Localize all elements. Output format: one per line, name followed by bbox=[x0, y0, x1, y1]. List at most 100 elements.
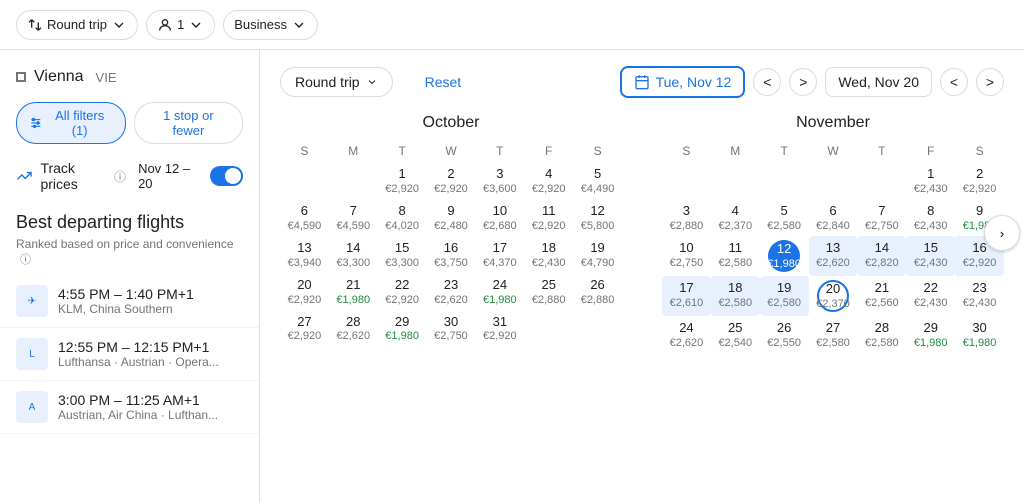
calendar-day[interactable]: 11€2,920 bbox=[524, 199, 573, 236]
day-price: €2,370 bbox=[816, 298, 850, 310]
calendar-day[interactable]: 18€2,430 bbox=[524, 236, 573, 273]
calendar-day[interactable]: 4€2,920 bbox=[524, 162, 573, 199]
day-price: €2,920 bbox=[483, 330, 517, 342]
day-of-week: F bbox=[906, 140, 955, 162]
calendar-day[interactable]: 24€2,620 bbox=[662, 316, 711, 353]
calendar-day[interactable]: 13€2,620 bbox=[809, 236, 858, 276]
calendar-day[interactable]: 3€2,880 bbox=[662, 199, 711, 236]
calendar-day[interactable]: 12€5,800 bbox=[573, 199, 622, 236]
calendar-day[interactable]: 9€2,480 bbox=[427, 199, 476, 236]
top-bar: Round trip 1 Business bbox=[0, 0, 1024, 50]
calendar-day[interactable]: 3€3,600 bbox=[475, 162, 524, 199]
day-of-week: T bbox=[760, 140, 809, 162]
day-number: 12 bbox=[777, 241, 791, 258]
calendar-day[interactable]: 24€1,980 bbox=[475, 273, 524, 310]
calendar-day[interactable]: 25€2,880 bbox=[524, 273, 573, 310]
calendar-day[interactable]: 6€4,590 bbox=[280, 199, 329, 236]
trip-type-button[interactable]: Round trip bbox=[16, 10, 138, 40]
calendar-day[interactable]: 27€2,920 bbox=[280, 310, 329, 347]
start-date-prev[interactable]: < bbox=[753, 68, 781, 96]
calendar-day[interactable]: 15€2,430 bbox=[906, 236, 955, 276]
calendar-day[interactable]: 17€2,610 bbox=[662, 276, 711, 316]
day-inner: 3€2,880 bbox=[664, 203, 709, 232]
day-inner: 21€1,980 bbox=[331, 277, 376, 306]
day-number: 29 bbox=[395, 314, 409, 331]
calendar-day[interactable]: 21€1,980 bbox=[329, 273, 378, 310]
calendar-day[interactable]: 10€2,750 bbox=[662, 236, 711, 276]
calendar-day[interactable]: 19€4,790 bbox=[573, 236, 622, 273]
day-inner: 29€1,980 bbox=[380, 314, 425, 343]
flight-item[interactable]: L 12:55 PM – 12:15 PM+1 Lufthansa · Aust… bbox=[0, 328, 259, 381]
calendar-day[interactable]: 29€1,980 bbox=[906, 316, 955, 353]
calendar-day[interactable]: 4€2,370 bbox=[711, 199, 760, 236]
day-inner: 27€2,920 bbox=[282, 314, 327, 343]
flight-time: 12:55 PM – 12:15 PM+1 bbox=[58, 339, 243, 355]
calendar-day[interactable]: 28€2,580 bbox=[857, 316, 906, 353]
flight-item[interactable]: ✈ 4:55 PM – 1:40 PM+1 KLM, China Souther… bbox=[0, 275, 259, 328]
calendar-day[interactable]: 22€2,430 bbox=[906, 276, 955, 316]
calendar-day[interactable]: 12€1,980 bbox=[760, 236, 809, 276]
passengers-button[interactable]: 1 bbox=[146, 10, 215, 40]
day-price: €2,610 bbox=[670, 297, 704, 309]
calendar-day[interactable]: 6€2,840 bbox=[809, 199, 858, 236]
section-title: Best departing flights bbox=[0, 200, 259, 237]
all-filters-button[interactable]: All filters (1) bbox=[16, 102, 126, 144]
calendar-day[interactable]: 1€2,920 bbox=[378, 162, 427, 199]
end-date-prev[interactable]: < bbox=[940, 68, 968, 96]
day-of-week: T bbox=[378, 140, 427, 162]
calendar-day[interactable]: 10€2,680 bbox=[475, 199, 524, 236]
end-date-button[interactable]: Wed, Nov 20 bbox=[825, 67, 932, 97]
start-date-next[interactable]: > bbox=[789, 68, 817, 96]
calendar-day[interactable]: 7€2,750 bbox=[857, 199, 906, 236]
calendar-day[interactable]: 30€1,980 bbox=[955, 316, 1004, 353]
day-number: 16 bbox=[972, 240, 986, 257]
calendar-day[interactable]: 14€3,300 bbox=[329, 236, 378, 273]
calendar-day[interactable]: 1€2,430 bbox=[906, 162, 955, 199]
calendar-day[interactable]: 18€2,580 bbox=[711, 276, 760, 316]
calendar-day[interactable]: 29€1,980 bbox=[378, 310, 427, 347]
calendar-day[interactable]: 30€2,750 bbox=[427, 310, 476, 347]
calendar-day[interactable]: 21€2,560 bbox=[857, 276, 906, 316]
day-inner: 2€2,920 bbox=[429, 166, 474, 195]
calendar-next-button[interactable]: › bbox=[984, 215, 1020, 251]
calendar-day[interactable]: 5€4,490 bbox=[573, 162, 622, 199]
calendar-day[interactable]: 23€2,620 bbox=[427, 273, 476, 310]
day-price: €2,540 bbox=[718, 337, 752, 349]
day-inner: 10€2,750 bbox=[664, 240, 709, 269]
cabin-button[interactable]: Business bbox=[223, 10, 318, 40]
calendar-day[interactable]: 5€2,580 bbox=[760, 199, 809, 236]
calendar-day[interactable]: 7€4,590 bbox=[329, 199, 378, 236]
calendar-day[interactable]: 25€2,540 bbox=[711, 316, 760, 353]
calendar-day[interactable]: 19€2,580 bbox=[760, 276, 809, 316]
day-price: €2,920 bbox=[385, 183, 419, 195]
calendar-day[interactable]: 16€3,750 bbox=[427, 236, 476, 273]
stops-filter-button[interactable]: 1 stop or fewer bbox=[134, 102, 243, 144]
calendar-day[interactable]: 2€2,920 bbox=[955, 162, 1004, 199]
calendar-day[interactable]: 28€2,620 bbox=[329, 310, 378, 347]
start-date-button[interactable]: Tue, Nov 12 bbox=[620, 66, 746, 98]
calendar-trip-type[interactable]: Round trip bbox=[280, 67, 393, 97]
flight-info: 4:55 PM – 1:40 PM+1 KLM, China Southern bbox=[58, 286, 243, 316]
track-prices-toggle[interactable] bbox=[210, 166, 243, 186]
calendar-day[interactable]: 11€2,580 bbox=[711, 236, 760, 276]
calendar-day[interactable]: 20€2,920 bbox=[280, 273, 329, 310]
day-number: 20 bbox=[826, 281, 840, 298]
day-number: 18 bbox=[541, 240, 555, 257]
calendar-day[interactable]: 20€2,370 bbox=[809, 276, 858, 316]
end-date-next[interactable]: > bbox=[976, 68, 1004, 96]
calendar-day[interactable]: 23€2,430 bbox=[955, 276, 1004, 316]
calendar-day[interactable]: 22€2,920 bbox=[378, 273, 427, 310]
calendar-day[interactable]: 2€2,920 bbox=[427, 162, 476, 199]
calendar-day[interactable]: 31€2,920 bbox=[475, 310, 524, 347]
calendar-day[interactable]: 8€2,430 bbox=[906, 199, 955, 236]
calendar-day[interactable]: 15€3,300 bbox=[378, 236, 427, 273]
calendar-day[interactable]: 27€2,580 bbox=[809, 316, 858, 353]
calendar-day[interactable]: 8€4,020 bbox=[378, 199, 427, 236]
calendar-day[interactable]: 14€2,820 bbox=[857, 236, 906, 276]
calendar-day[interactable]: 26€2,550 bbox=[760, 316, 809, 353]
reset-button[interactable]: Reset bbox=[425, 74, 462, 90]
calendar-day[interactable]: 17€4,370 bbox=[475, 236, 524, 273]
calendar-day[interactable]: 26€2,880 bbox=[573, 273, 622, 310]
calendar-day[interactable]: 13€3,940 bbox=[280, 236, 329, 273]
flight-item[interactable]: A 3:00 PM – 11:25 AM+1 Austrian, Air Chi… bbox=[0, 381, 259, 434]
